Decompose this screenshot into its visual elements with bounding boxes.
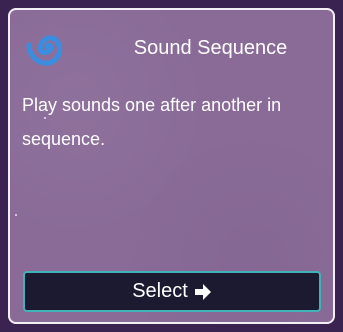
speck xyxy=(44,117,46,119)
card-header: Sound Sequence xyxy=(24,24,319,72)
select-button[interactable]: Select xyxy=(23,271,321,312)
block-card[interactable]: Sound Sequence Play sounds one after ano… xyxy=(8,8,335,324)
select-button-label: Select xyxy=(132,280,188,302)
arrow-right-icon xyxy=(194,283,212,301)
card-title: Sound Sequence xyxy=(133,37,288,59)
speck xyxy=(15,214,17,216)
card-description: Play sounds one after another in sequenc… xyxy=(22,95,282,149)
spiral-icon xyxy=(24,24,70,70)
